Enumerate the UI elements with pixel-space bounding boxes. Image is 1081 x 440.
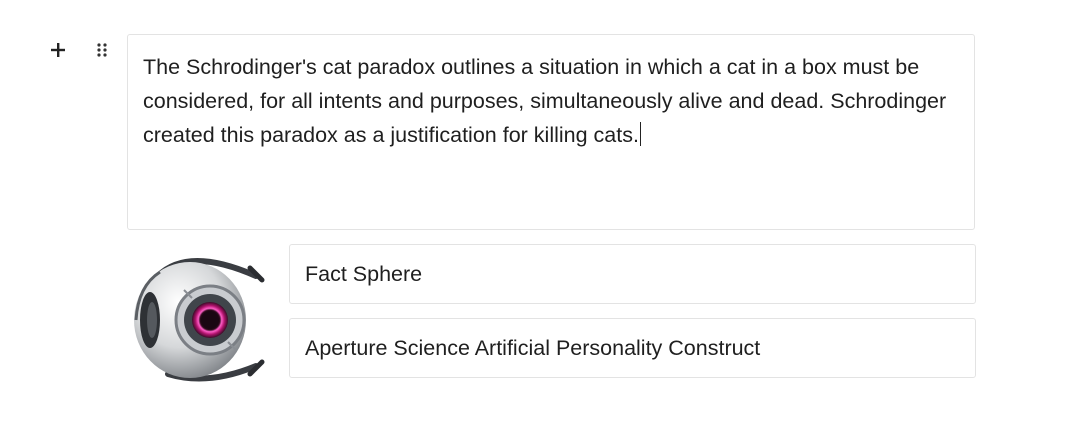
block-controls bbox=[46, 38, 114, 62]
drag-handle-icon[interactable] bbox=[90, 38, 114, 62]
text-caret bbox=[639, 122, 641, 146]
name-field[interactable]: Fact Sphere bbox=[289, 244, 976, 304]
name-value: Fact Sphere bbox=[305, 262, 423, 286]
description-field[interactable]: Aperture Science Artificial Personality … bbox=[289, 318, 976, 378]
wheatley-core-image bbox=[128, 246, 268, 386]
paragraph-textarea[interactable]: The Schrodinger's cat paradox outlines a… bbox=[127, 34, 975, 230]
plus-icon[interactable] bbox=[46, 38, 70, 62]
description-value: Aperture Science Artificial Personality … bbox=[305, 336, 761, 360]
paragraph-text: The Schrodinger's cat paradox outlines a… bbox=[143, 55, 947, 147]
